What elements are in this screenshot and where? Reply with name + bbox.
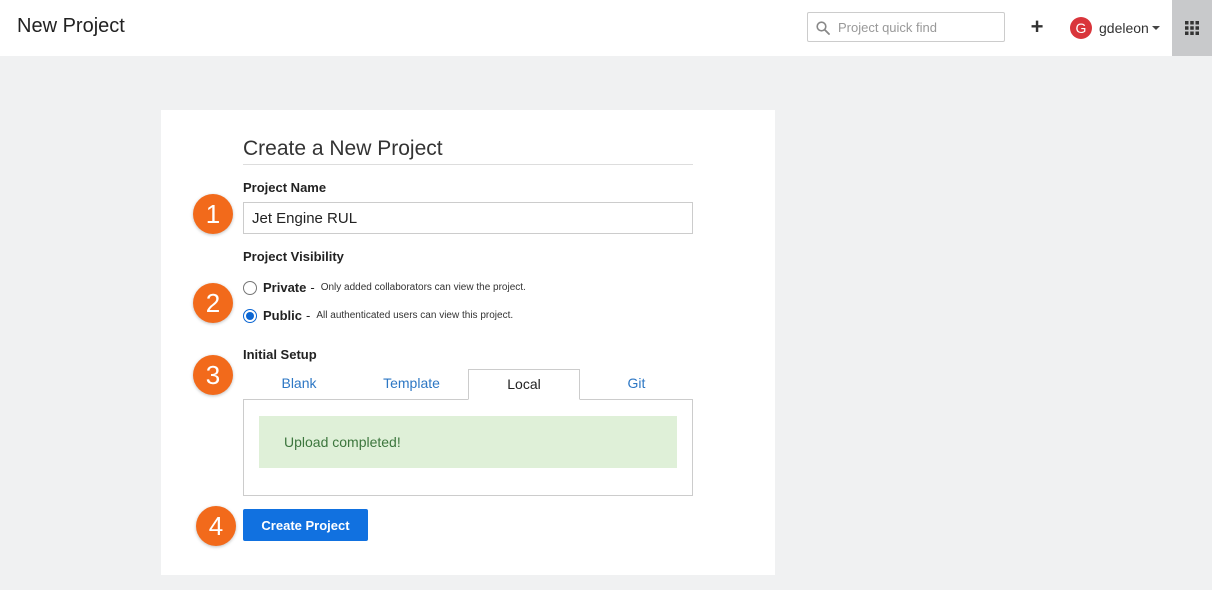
- local-tab-panel: Upload completed!: [243, 399, 693, 496]
- user-menu[interactable]: G gdeleon: [1070, 16, 1160, 40]
- top-bar: New Project + G gdeleon: [0, 0, 1212, 56]
- chevron-down-icon: [1151, 26, 1160, 30]
- project-visibility-label: Project Visibility: [243, 249, 344, 264]
- project-name-input[interactable]: [243, 202, 693, 234]
- create-project-button[interactable]: Create Project: [243, 509, 368, 541]
- tab-blank[interactable]: Blank: [243, 369, 355, 399]
- project-quick-find[interactable]: [807, 12, 1005, 42]
- search-icon: [816, 21, 830, 35]
- project-name-label: Project Name: [243, 180, 327, 195]
- private-description: Only added collaborators can view the pr…: [320, 282, 526, 293]
- search-input[interactable]: [838, 17, 998, 37]
- setup-tabs: Blank Template Local Git: [243, 369, 693, 400]
- create-project-card: Create a New Project 1 Project Name Proj…: [161, 110, 775, 575]
- public-title: Public: [263, 308, 303, 323]
- grid-icon: [1185, 21, 1199, 35]
- tab-local[interactable]: Local: [468, 369, 580, 400]
- tab-template[interactable]: Template: [355, 369, 468, 399]
- tab-git[interactable]: Git: [580, 369, 693, 399]
- visibility-option-public[interactable]: Public - All authenticated users can vie…: [243, 308, 513, 323]
- step-badge-2: 2: [193, 283, 233, 323]
- avatar: G: [1070, 17, 1092, 39]
- step-badge-3: 3: [193, 355, 233, 395]
- private-title: Private: [263, 280, 307, 295]
- public-description: All authenticated users can view this pr…: [316, 310, 514, 321]
- private-radio[interactable]: [243, 280, 257, 295]
- step-badge-1: 1: [193, 194, 233, 234]
- form-heading: Create a New Project: [243, 137, 693, 165]
- page-title: New Project: [17, 15, 125, 37]
- upload-success-alert: Upload completed!: [259, 416, 677, 468]
- visibility-option-private[interactable]: Private - Only added collaborators can v…: [243, 280, 526, 295]
- apps-grid-button[interactable]: [1172, 0, 1212, 56]
- initial-setup-label: Initial Setup: [243, 347, 317, 362]
- public-radio[interactable]: [243, 308, 257, 323]
- public-dash: -: [306, 308, 311, 323]
- private-dash: -: [310, 280, 315, 295]
- step-badge-4: 4: [196, 506, 236, 546]
- username: gdeleon: [1099, 20, 1149, 36]
- add-icon[interactable]: +: [1027, 16, 1047, 38]
